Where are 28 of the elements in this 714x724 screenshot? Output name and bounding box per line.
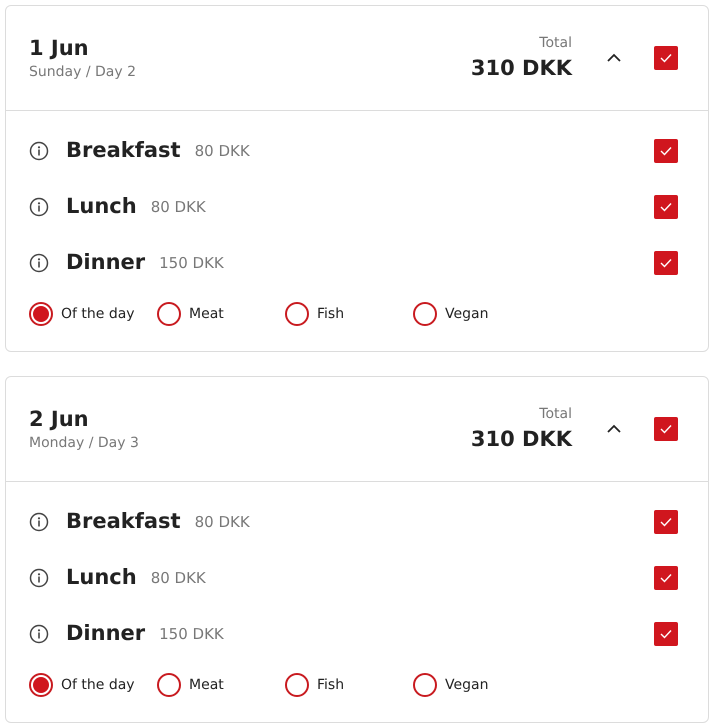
total-amount: 310 DKK xyxy=(470,426,572,453)
meal-name: Breakfast xyxy=(66,137,181,164)
radio-option[interactable]: Of the day xyxy=(29,302,135,326)
total-amount: 310 DKK xyxy=(470,55,572,82)
radio-option[interactable]: Vegan xyxy=(413,673,519,697)
day-date: 1 Jun xyxy=(29,35,90,62)
radio-option[interactable]: Meat xyxy=(157,302,263,326)
total-label: Total xyxy=(539,405,572,424)
day-subtitle: Monday / Day 3 xyxy=(29,434,140,453)
meal-price: 150 DKK xyxy=(159,252,225,274)
radio-option[interactable]: Of the day xyxy=(29,673,135,697)
radio-option[interactable]: Vegan xyxy=(413,302,519,326)
meal-name: Dinner xyxy=(66,249,146,276)
day-subtitle: Sunday / Day 2 xyxy=(29,63,138,82)
meal-price: 80 DKK xyxy=(194,512,251,533)
radio-option[interactable]: Fish xyxy=(285,673,391,697)
meal-name: Dinner xyxy=(66,620,146,648)
day-date: 2 Jun xyxy=(29,406,90,433)
radio-option[interactable]: Meat xyxy=(157,673,263,697)
meal-name: Lunch xyxy=(66,564,137,592)
meal-price: 150 DKK xyxy=(159,624,225,645)
radio-option[interactable]: Fish xyxy=(285,302,391,326)
meal-name: Breakfast xyxy=(66,508,181,536)
total-label: Total xyxy=(539,34,572,53)
meal-price: 80 DKK xyxy=(194,140,251,162)
meal-price: 80 DKK xyxy=(150,568,207,589)
meal-price: 80 DKK xyxy=(150,196,207,218)
meal-name: Lunch xyxy=(66,193,137,220)
